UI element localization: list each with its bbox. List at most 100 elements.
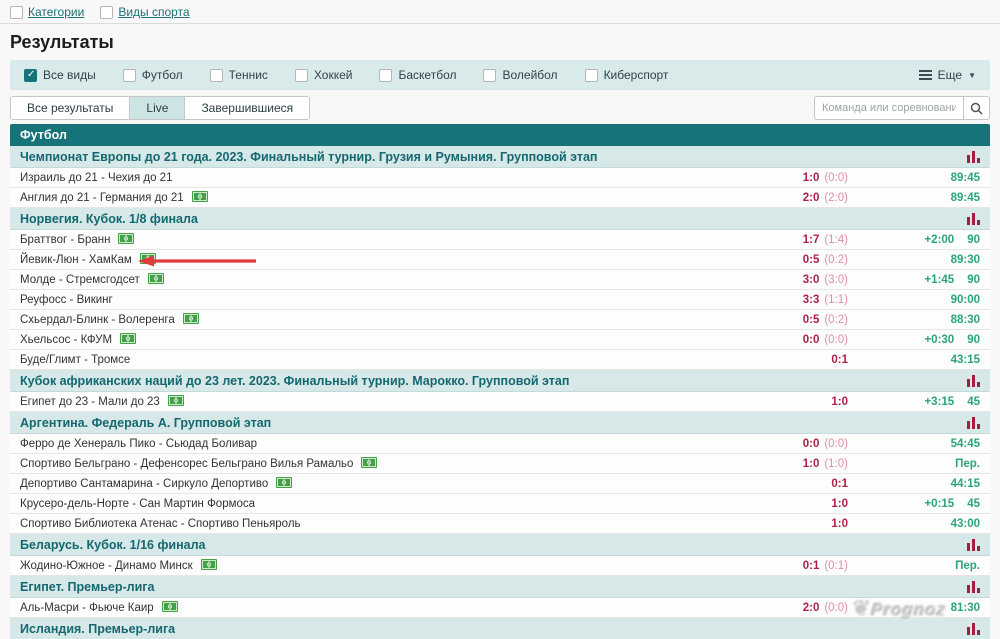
match-row[interactable]: Хьельсос - КФУМ0:0(0:0)+0:3090	[10, 330, 990, 350]
match-added-time: +2:00	[924, 234, 954, 246]
sport-filter-checkbox[interactable]	[585, 69, 598, 82]
categories-link[interactable]: Категории	[28, 5, 84, 19]
match-row[interactable]: Реуфосс - Викинг3:3(1:1)90:00	[10, 290, 990, 310]
categories-checkbox[interactable]	[10, 6, 23, 19]
match-teams-wrap: Жодино-Южное - Динамо Минск	[20, 557, 803, 575]
match-clock: 90	[967, 274, 980, 286]
match-row[interactable]: Ферро де Хенераль Пико - Сьюдад Боливар0…	[10, 434, 990, 454]
match-row[interactable]: Крусеро-дель-Норте - Сан Мартин Формоса1…	[10, 494, 990, 514]
match-score-main: 3:0	[803, 274, 820, 286]
sport-filter-item[interactable]: Футбол	[123, 68, 183, 82]
match-time: +2:00 90	[848, 234, 980, 246]
sport-types-checkbox[interactable]	[100, 6, 113, 19]
categories-toggle[interactable]: Категории	[10, 5, 84, 19]
match-teams-wrap: Реуфосс - Викинг	[20, 294, 803, 306]
match-row[interactable]: Депортиво Сантамарина - Сиркуло Депортив…	[10, 474, 990, 494]
match-added-time: +0:15	[924, 498, 954, 510]
league-title[interactable]: Норвегия. Кубок. 1/8 финала	[20, 212, 967, 226]
sport-section-header[interactable]: Футбол	[10, 124, 990, 146]
match-score-main: 0:5	[803, 314, 820, 326]
sport-filter-checkbox[interactable]	[295, 69, 308, 82]
match-row[interactable]: Жодино-Южное - Динамо Минск0:1 (0:1)Пер.	[10, 556, 990, 576]
statistics-bar-chart-icon[interactable]	[967, 374, 980, 387]
search-input[interactable]	[814, 96, 964, 120]
sport-filter-checkbox[interactable]	[379, 69, 392, 82]
match-score: 3:3(1:1)	[803, 294, 848, 306]
match-score-main: 0:1	[831, 478, 848, 490]
more-label: Еще	[938, 68, 962, 82]
match-score-main: 0:0	[803, 438, 820, 450]
match-row[interactable]: Спортиво Библиотека Атенас - Спортиво Пе…	[10, 514, 990, 534]
match-row[interactable]: Англия до 21 - Германия до 212:0(2:0)89:…	[10, 188, 990, 208]
search-icon	[970, 102, 983, 115]
match-score: 0:0(0:0)	[803, 334, 848, 346]
league-title[interactable]: Беларусь. Кубок. 1/16 финала	[20, 538, 967, 552]
match-teams-wrap: Йевик-Люн - ХамКам	[20, 251, 803, 269]
sport-types-link[interactable]: Виды спорта	[118, 5, 189, 19]
statistics-bar-chart-icon[interactable]	[967, 538, 980, 551]
league-title[interactable]: Египет. Премьер-лига	[20, 580, 967, 594]
match-score-halftime: (0:1)	[824, 560, 848, 572]
live-stream-pitch-icon	[201, 557, 217, 575]
sport-filter-item[interactable]: Волейбол	[483, 68, 557, 82]
tab-all-results[interactable]: Все результаты	[11, 97, 129, 119]
match-row[interactable]: Израиль до 21 - Чехия до 211:0(0:0)89:45	[10, 168, 990, 188]
league-title[interactable]: Кубок африканских наций до 23 лет. 2023.…	[20, 374, 967, 388]
statistics-bar-chart-icon[interactable]	[967, 622, 980, 635]
league-title[interactable]: Исландия. Премьер-лига	[20, 622, 967, 636]
sport-filter-checkbox[interactable]	[210, 69, 223, 82]
sport-types-toggle[interactable]: Виды спорта	[100, 5, 189, 19]
match-row[interactable]: Спортиво Бельграно - Дефенсорес Бельгран…	[10, 454, 990, 474]
match-clock: 90	[967, 334, 980, 346]
sport-filter-checkbox[interactable]	[483, 69, 496, 82]
sport-filter-item[interactable]: Баскетбол	[379, 68, 456, 82]
match-row[interactable]: Браттвог - Бранн1:7(1:4)+2:0090	[10, 230, 990, 250]
match-row[interactable]: Буде/Глимт - Тромсе0:143:15	[10, 350, 990, 370]
match-row[interactable]: Схьердал-Блинк - Волеренга0:5(0:2)88:30	[10, 310, 990, 330]
match-row[interactable]: Египет до 23 - Мали до 231:0+3:1545	[10, 392, 990, 412]
sport-filter-item[interactable]: Хоккей	[295, 68, 353, 82]
sport-filter-item[interactable]: Все виды	[24, 68, 96, 82]
statistics-bar-chart-icon[interactable]	[967, 150, 980, 163]
match-time: Пер.	[848, 560, 980, 572]
match-teams: Буде/Глимт - Тромсе	[20, 354, 130, 366]
statistics-bar-chart-icon[interactable]	[967, 580, 980, 593]
hamburger-icon	[919, 70, 932, 80]
match-score-halftime: (1:0)	[824, 458, 848, 470]
sport-filter-item[interactable]: Теннис	[210, 68, 268, 82]
match-row[interactable]: Молде - Стремсгодсет3:0(3:0)+1:4590	[10, 270, 990, 290]
results-page: Категории Виды спорта Результаты Все вид…	[0, 0, 1000, 639]
match-teams-wrap: Схьердал-Блинк - Волеренга	[20, 311, 803, 329]
match-score-main: 2:0	[803, 192, 820, 204]
more-button[interactable]: Еще ▼	[919, 68, 976, 82]
statistics-bar-chart-icon[interactable]	[967, 212, 980, 225]
tab-live[interactable]: Live	[129, 97, 184, 119]
live-stream-pitch-icon	[118, 231, 134, 249]
match-clock: 90	[967, 234, 980, 246]
match-time: 43:15	[848, 354, 980, 366]
league-title[interactable]: Аргентина. Федераль А. Групповой этап	[20, 416, 967, 430]
match-row[interactable]: Аль-Масри - Фьюче Каир2:0(0:0)81:30	[10, 598, 990, 618]
match-time: +1:4590	[848, 274, 980, 286]
sport-filter-item[interactable]: Киберспорт	[585, 68, 669, 82]
match-score: 0:0(0:0)	[803, 438, 848, 450]
tab-finished[interactable]: Завершившиеся	[184, 97, 309, 119]
match-score-main: 1:0	[831, 396, 848, 408]
match-teams: Браттвог - Бранн	[20, 234, 110, 246]
league-header: Исландия. Премьер-лига	[10, 618, 990, 639]
league-title[interactable]: Чемпионат Европы до 21 года. 2023. Финал…	[20, 150, 967, 164]
match-score-main: 0:1	[803, 560, 820, 572]
match-time: +3:1545	[848, 396, 980, 408]
search-button[interactable]	[964, 96, 990, 120]
sport-filter-checkbox[interactable]	[24, 69, 37, 82]
match-teams-wrap: Буде/Глимт - Тромсе	[20, 354, 831, 366]
match-row[interactable]: Йевик-Люн - ХамКам0:5(0:2)89:30	[10, 250, 990, 270]
tabs-row: Все результатыLiveЗавершившиеся	[10, 96, 990, 120]
sport-filter-checkbox[interactable]	[123, 69, 136, 82]
match-teams: Спортиво Библиотека Атенас - Спортиво Пе…	[20, 518, 301, 530]
live-stream-pitch-icon	[168, 393, 184, 411]
match-score: 0:1 (0:1)	[803, 560, 848, 572]
statistics-bar-chart-icon[interactable]	[967, 416, 980, 429]
live-stream-pitch-icon	[361, 455, 377, 473]
sport-filter-label: Баскетбол	[398, 68, 456, 82]
